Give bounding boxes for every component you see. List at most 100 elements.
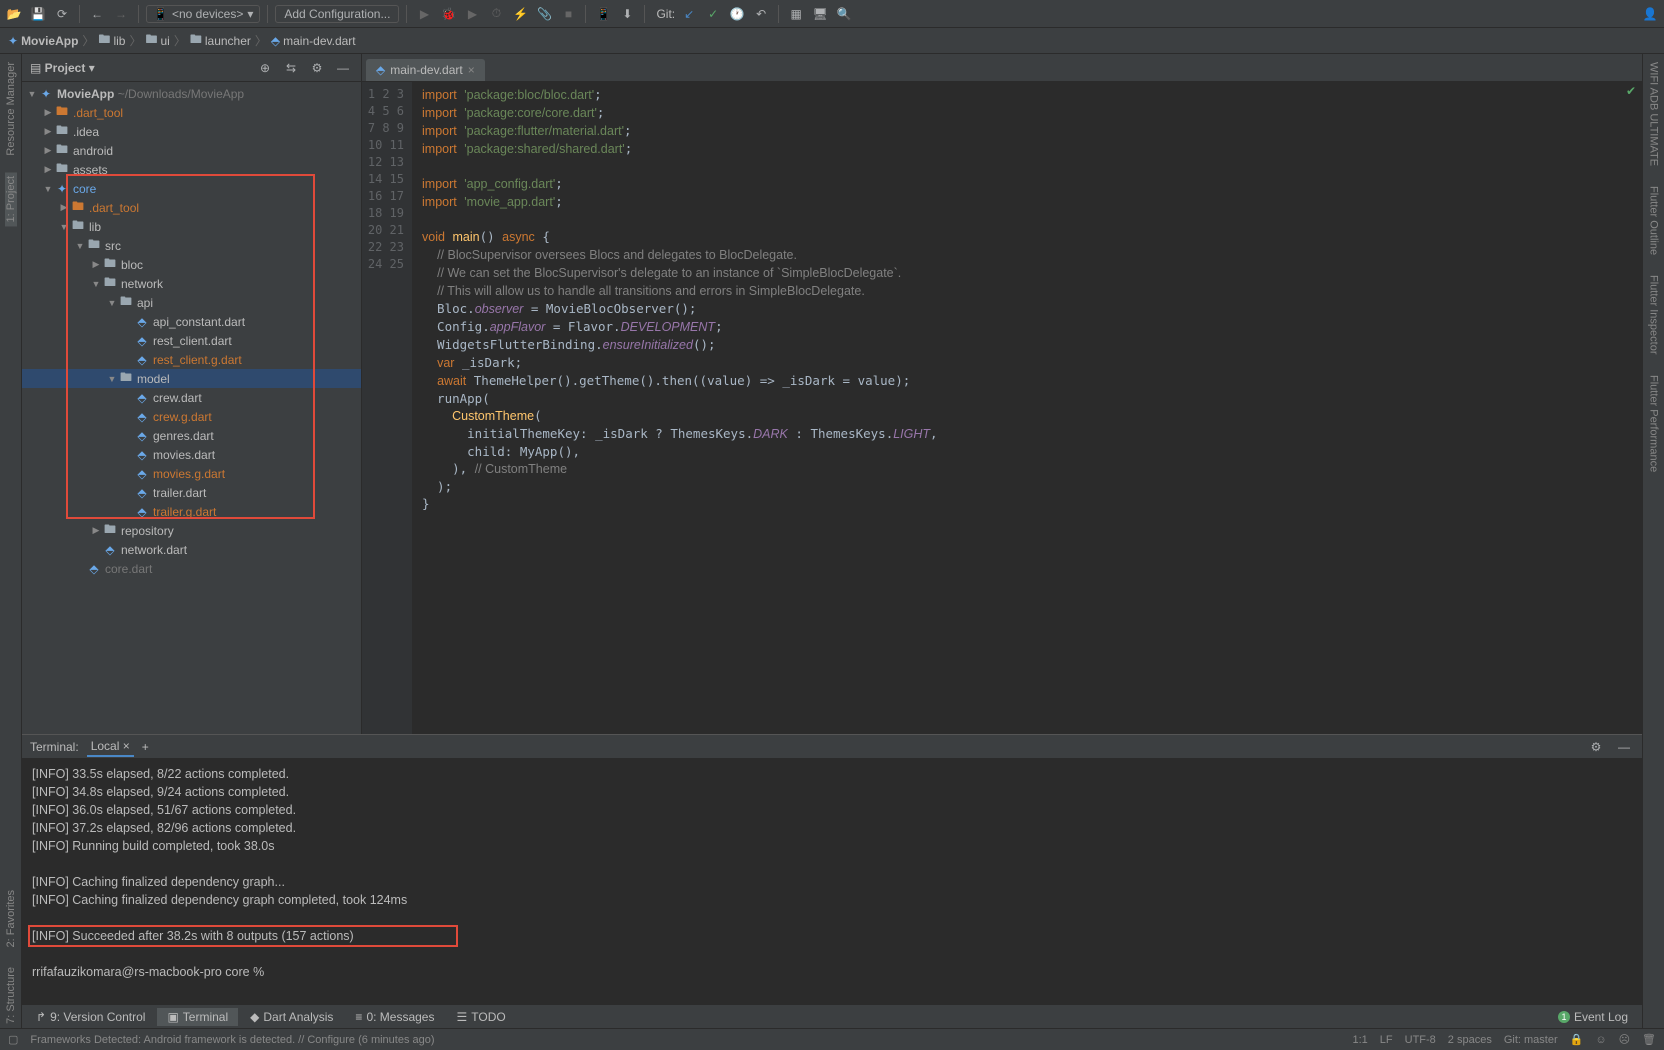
- tree-row[interactable]: ⬘movies.dart: [22, 445, 361, 464]
- tree-row[interactable]: ▶🖿.idea: [22, 122, 361, 141]
- status-message[interactable]: Frameworks Detected: Android framework i…: [30, 1034, 434, 1046]
- statusbar: ▢ Frameworks Detected: Android framework…: [0, 1028, 1664, 1050]
- breadcrumb-item[interactable]: 🖿lib: [98, 30, 125, 51]
- project-tree[interactable]: ▼✦ MovieApp ~/Downloads/MovieApp ▶🖿.dart…: [22, 82, 361, 734]
- terminal-title: Terminal:: [30, 740, 79, 754]
- flutter-outline-tab[interactable]: Flutter Outline: [1648, 182, 1660, 259]
- sdk-icon[interactable]: ⬇: [617, 4, 637, 24]
- run-icon[interactable]: ▶: [414, 4, 434, 24]
- tree-row[interactable]: ▶🖿repository: [22, 521, 361, 540]
- tree-row[interactable]: ▼🖿src: [22, 236, 361, 255]
- stop-icon[interactable]: ■: [558, 4, 578, 24]
- profile-icon[interactable]: ⏱: [486, 4, 506, 24]
- face-icon[interactable]: ☹: [1619, 1033, 1630, 1046]
- messages-button[interactable]: ≡ 0: Messages: [345, 1008, 444, 1026]
- git-revert-icon[interactable]: ↶: [751, 4, 771, 24]
- tree-row[interactable]: ▼🖿api: [22, 293, 361, 312]
- project-view-selector[interactable]: ▤ Project ▾: [30, 61, 95, 75]
- inspection-ok-icon[interactable]: ✔: [1626, 84, 1636, 98]
- structure-tab[interactable]: 7: Structure: [5, 963, 17, 1028]
- breadcrumb-item[interactable]: 🖿ui: [145, 30, 169, 51]
- tree-row[interactable]: ⬘crew.dart: [22, 388, 361, 407]
- lock-icon[interactable]: 🔒: [1570, 1033, 1584, 1046]
- tree-row[interactable]: ⬘core.dart: [22, 559, 361, 578]
- git-history-icon[interactable]: 🕐: [727, 4, 747, 24]
- flutter-inspector-tab[interactable]: Flutter Inspector: [1648, 271, 1660, 358]
- tree-row[interactable]: ⬘crew.g.dart: [22, 407, 361, 426]
- save-icon[interactable]: 💾: [28, 4, 48, 24]
- indent[interactable]: 2 spaces: [1448, 1034, 1492, 1046]
- trash-icon[interactable]: 🗑: [1642, 1033, 1656, 1046]
- avd-icon[interactable]: 📱: [593, 4, 613, 24]
- tree-row[interactable]: ▶🖿.dart_tool: [22, 198, 361, 217]
- git-commit-icon[interactable]: ✓: [703, 4, 723, 24]
- version-control-button[interactable]: ↱ 9: Version Control: [26, 1008, 155, 1026]
- tree-row[interactable]: ⬘rest_client.dart: [22, 331, 361, 350]
- tree-row[interactable]: ⬘trailer.g.dart: [22, 502, 361, 521]
- git-branch[interactable]: Git: master: [1504, 1034, 1558, 1046]
- git-update-icon[interactable]: ↙: [679, 4, 699, 24]
- minimize-icon[interactable]: ▢: [8, 1033, 18, 1046]
- coverage-icon[interactable]: ▶: [462, 4, 482, 24]
- sync-icon[interactable]: ⟳: [52, 4, 72, 24]
- debug-icon[interactable]: 🐞: [438, 4, 458, 24]
- close-icon[interactable]: ×: [468, 63, 475, 77]
- tree-row[interactable]: ⬘genres.dart: [22, 426, 361, 445]
- back-icon[interactable]: ←: [87, 4, 107, 24]
- man-icon[interactable]: ☺: [1595, 1034, 1606, 1046]
- file-tab[interactable]: ⬘ main-dev.dart ×: [366, 59, 485, 81]
- tree-row[interactable]: ▶🖿android: [22, 141, 361, 160]
- add-configuration-button[interactable]: Add Configuration...: [275, 5, 399, 23]
- dart-analysis-button[interactable]: ◆ Dart Analysis: [240, 1008, 343, 1026]
- tree-row[interactable]: ⬘network.dart: [22, 540, 361, 559]
- breadcrumb-item[interactable]: ✦MovieApp: [8, 34, 78, 48]
- tree-row[interactable]: ▼🖿lib: [22, 217, 361, 236]
- wifi-adb-tab[interactable]: WIFI ADB ULTIMATE: [1648, 58, 1660, 170]
- file-tab-label: main-dev.dart: [390, 63, 462, 77]
- hide-icon[interactable]: —: [1614, 737, 1634, 757]
- tree-row[interactable]: ▼🖿model: [22, 369, 361, 388]
- breadcrumb-item[interactable]: 🖿launcher: [190, 30, 251, 51]
- terminal-output[interactable]: [INFO] 33.5s elapsed, 8/22 actions compl…: [22, 759, 1642, 1004]
- project-tab[interactable]: 1: Project: [5, 172, 17, 226]
- hide-icon[interactable]: —: [333, 58, 353, 78]
- device-selector[interactable]: 📱 <no devices> ▾: [146, 5, 260, 23]
- tree-row[interactable]: ⬘trailer.dart: [22, 483, 361, 502]
- attach-icon[interactable]: 📎: [534, 4, 554, 24]
- terminal-tab[interactable]: Local ×: [87, 737, 134, 757]
- add-terminal-button[interactable]: +: [142, 740, 149, 754]
- resource-manager-tab[interactable]: Resource Manager: [5, 58, 17, 160]
- avatar-icon[interactable]: 👤: [1640, 4, 1660, 24]
- search-icon[interactable]: 🔍: [834, 4, 854, 24]
- favorites-tab[interactable]: 2: Favorites: [5, 886, 17, 951]
- event-log-button[interactable]: 1 Event Log: [1548, 1008, 1638, 1026]
- breadcrumb-item[interactable]: ⬘main-dev.dart: [271, 34, 356, 48]
- tree-row[interactable]: ▼🖿network: [22, 274, 361, 293]
- tree-row[interactable]: ▶🖿assets: [22, 160, 361, 179]
- layout-icon[interactable]: ▦: [786, 4, 806, 24]
- gear-icon[interactable]: ⚙: [307, 58, 327, 78]
- tree-root[interactable]: ▼✦ MovieApp ~/Downloads/MovieApp: [22, 84, 361, 103]
- tree-row[interactable]: ▶🖿.dart_tool: [22, 103, 361, 122]
- tree-row[interactable]: ⬘rest_client.g.dart: [22, 350, 361, 369]
- hot-reload-icon[interactable]: ⚡: [510, 4, 530, 24]
- flutter-performance-tab[interactable]: Flutter Performance: [1648, 371, 1660, 476]
- todo-button[interactable]: ☰ TODO: [446, 1008, 515, 1026]
- caret-position[interactable]: 1:1: [1352, 1034, 1367, 1046]
- tree-row[interactable]: ⬘movies.g.dart: [22, 464, 361, 483]
- presentation-icon[interactable]: 🖥: [810, 4, 830, 24]
- collapse-icon[interactable]: ⇆: [281, 58, 301, 78]
- terminal-button[interactable]: ▣ Terminal: [157, 1008, 238, 1026]
- tree-row[interactable]: ⬘api_constant.dart: [22, 312, 361, 331]
- close-icon[interactable]: ×: [123, 739, 130, 753]
- code-area[interactable]: import 'package:bloc/bloc.dart'; import …: [412, 82, 1642, 734]
- gear-icon[interactable]: ⚙: [1586, 737, 1606, 757]
- tree-row[interactable]: ▼✦core: [22, 179, 361, 198]
- line-ending[interactable]: LF: [1380, 1034, 1393, 1046]
- locate-icon[interactable]: ⊕: [255, 58, 275, 78]
- forward-icon[interactable]: →: [111, 4, 131, 24]
- encoding[interactable]: UTF-8: [1405, 1034, 1436, 1046]
- tree-row[interactable]: ▶🖿bloc: [22, 255, 361, 274]
- open-icon[interactable]: 📂: [4, 4, 24, 24]
- highlight-box: [28, 925, 458, 947]
